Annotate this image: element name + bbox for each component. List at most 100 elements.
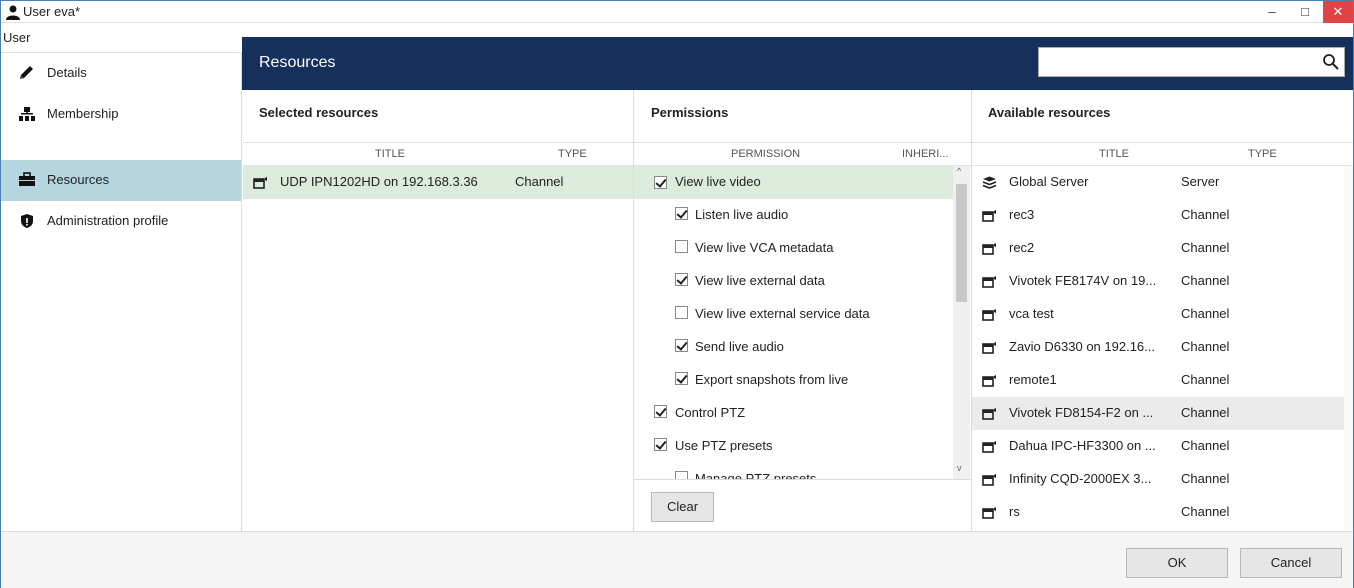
available-resource-row[interactable]: Infinity CQD-2000EX 3... Channel bbox=[972, 463, 1344, 496]
dialog-footer: OK Cancel bbox=[1, 531, 1353, 588]
minimize-button[interactable]: – bbox=[1257, 1, 1287, 23]
selected-column-header: TITLE TYPE bbox=[243, 142, 633, 166]
maximize-button[interactable]: □ bbox=[1290, 1, 1320, 23]
available-resource-row[interactable]: rec2 Channel bbox=[972, 232, 1344, 265]
permission-row[interactable]: Send live audio bbox=[634, 331, 953, 364]
available-resource-row[interactable]: Dahua IPC-HF3300 on ... Channel bbox=[972, 430, 1344, 463]
sidebar-item-administration-profile[interactable]: Administration profile bbox=[1, 201, 241, 242]
sidebar-nav: Details Membership Resources Administrat… bbox=[1, 53, 242, 531]
available-resource-row[interactable]: Vivotek FE8174V on 19... Channel bbox=[972, 265, 1344, 298]
scrollbar-thumb[interactable] bbox=[956, 184, 967, 302]
permission-checkbox[interactable] bbox=[675, 339, 688, 352]
column-type[interactable]: TYPE bbox=[558, 148, 587, 160]
camera-icon bbox=[982, 276, 996, 288]
available-scrollbar[interactable] bbox=[1344, 166, 1353, 531]
scroll-up-icon[interactable]: ^ bbox=[957, 166, 961, 176]
resource-title: Zavio D6330 on 192.16... bbox=[1009, 339, 1155, 354]
available-resource-row[interactable]: rs Channel bbox=[972, 496, 1344, 529]
close-button[interactable]: ✕ bbox=[1323, 1, 1353, 23]
title-bar: User eva* – □ ✕ bbox=[1, 1, 1353, 23]
permission-checkbox[interactable] bbox=[654, 438, 667, 451]
permission-row[interactable]: View live external data bbox=[634, 265, 953, 298]
permission-row[interactable]: View live external service data bbox=[634, 298, 953, 331]
permission-label: Control PTZ bbox=[675, 405, 746, 420]
user-icon bbox=[6, 5, 20, 20]
resources-header: Resources bbox=[242, 37, 1353, 90]
camera-icon bbox=[253, 177, 267, 189]
available-resource-row[interactable]: remote1 Channel bbox=[972, 364, 1344, 397]
scroll-down-icon[interactable]: v bbox=[957, 463, 962, 473]
camera-icon bbox=[982, 210, 996, 222]
permission-row[interactable]: Listen live audio bbox=[634, 199, 953, 232]
column-permission[interactable]: PERMISSION bbox=[731, 148, 800, 160]
permission-checkbox[interactable] bbox=[675, 207, 688, 220]
available-resource-row[interactable]: Vivotek FD8154-F2 on ... Channel bbox=[972, 397, 1344, 430]
permission-label: Export snapshots from live bbox=[695, 372, 849, 387]
resource-title: Vivotek FD8154-F2 on ... bbox=[1009, 405, 1154, 420]
shield-icon bbox=[21, 214, 33, 228]
divider bbox=[634, 479, 971, 480]
resource-type: Channel bbox=[1181, 240, 1230, 255]
permissions-column-header: PERMISSION INHERI... bbox=[634, 142, 971, 166]
sidebar-item-label: Membership bbox=[47, 106, 119, 121]
column-inherited[interactable]: INHERI... bbox=[902, 148, 948, 160]
resource-title: Dahua IPC-HF3300 on ... bbox=[1009, 438, 1156, 453]
cancel-button[interactable]: Cancel bbox=[1240, 548, 1342, 578]
camera-icon bbox=[982, 474, 996, 486]
user-editor-window: User eva* – □ ✕ User Details Membership bbox=[0, 0, 1354, 588]
permission-row[interactable]: Export snapshots from live bbox=[634, 364, 953, 397]
permission-checkbox[interactable] bbox=[654, 405, 667, 418]
window-title: User eva* bbox=[23, 4, 81, 19]
permission-checkbox[interactable] bbox=[675, 372, 688, 385]
permission-checkbox[interactable] bbox=[654, 176, 667, 189]
available-resources-list: Global Server Server rec3 Channel rec2 C… bbox=[972, 166, 1344, 531]
resource-type: Channel bbox=[1181, 207, 1230, 222]
sidebar-item-membership[interactable]: Membership bbox=[1, 94, 241, 135]
available-resource-row[interactable]: vca test Channel bbox=[972, 298, 1344, 331]
camera-icon bbox=[982, 342, 996, 354]
permission-checkbox[interactable] bbox=[675, 240, 688, 253]
column-title[interactable]: TITLE bbox=[375, 148, 405, 160]
permissions-scrollbar[interactable]: ^ v bbox=[953, 166, 970, 479]
ok-button[interactable]: OK bbox=[1126, 548, 1228, 578]
resource-title: Global Server bbox=[1009, 174, 1089, 189]
permission-row[interactable]: Use PTZ presets bbox=[634, 430, 953, 463]
server-icon bbox=[982, 176, 997, 189]
sidebar-item-label: Administration profile bbox=[47, 213, 169, 228]
column-type[interactable]: TYPE bbox=[1248, 148, 1277, 160]
available-resource-row[interactable]: rec3 Channel bbox=[972, 199, 1344, 232]
permission-checkbox[interactable] bbox=[675, 306, 688, 319]
resource-type: Channel bbox=[515, 174, 564, 189]
permission-label: Use PTZ presets bbox=[675, 438, 773, 453]
permission-row[interactable]: Control PTZ bbox=[634, 397, 953, 430]
available-resource-row[interactable]: Global Server Server bbox=[972, 166, 1344, 199]
available-resources-title: Available resources bbox=[988, 105, 1111, 120]
camera-icon bbox=[982, 243, 996, 255]
sidebar-item-label: Resources bbox=[47, 172, 110, 187]
permission-label: View live external service data bbox=[695, 306, 870, 321]
search-icon bbox=[1323, 54, 1339, 70]
column-title[interactable]: TITLE bbox=[1099, 148, 1129, 160]
search-input[interactable] bbox=[1038, 47, 1345, 77]
permission-row[interactable]: View live video bbox=[634, 166, 953, 199]
sidebar-item-resources[interactable]: Resources bbox=[1, 160, 241, 201]
permission-checkbox[interactable] bbox=[675, 273, 688, 286]
resource-type: Channel bbox=[1181, 471, 1230, 486]
nav-header: User bbox=[1, 23, 242, 53]
resource-title: Vivotek FE8174V on 19... bbox=[1009, 273, 1157, 288]
permission-row[interactable]: View live VCA metadata bbox=[634, 232, 953, 265]
permission-checkbox[interactable] bbox=[675, 471, 688, 479]
resource-type: Channel bbox=[1181, 405, 1230, 420]
camera-icon bbox=[982, 507, 996, 519]
camera-icon bbox=[982, 408, 996, 420]
clear-button[interactable]: Clear bbox=[651, 492, 714, 522]
sidebar-item-details[interactable]: Details bbox=[1, 53, 241, 94]
resource-type: Channel bbox=[1181, 372, 1230, 387]
available-resource-row[interactable]: Zavio D6330 on 192.16... Channel bbox=[972, 331, 1344, 364]
resource-title: rec2 bbox=[1009, 240, 1035, 255]
resource-type: Channel bbox=[1181, 504, 1230, 519]
permission-row[interactable]: Manage PTZ presets bbox=[634, 463, 953, 479]
selected-resource-row[interactable]: UDP IPN1202HD on 192.168.3.36 Channel bbox=[243, 166, 633, 199]
permission-label: Manage PTZ presets bbox=[695, 471, 817, 479]
resource-title: vca test bbox=[1009, 306, 1054, 321]
